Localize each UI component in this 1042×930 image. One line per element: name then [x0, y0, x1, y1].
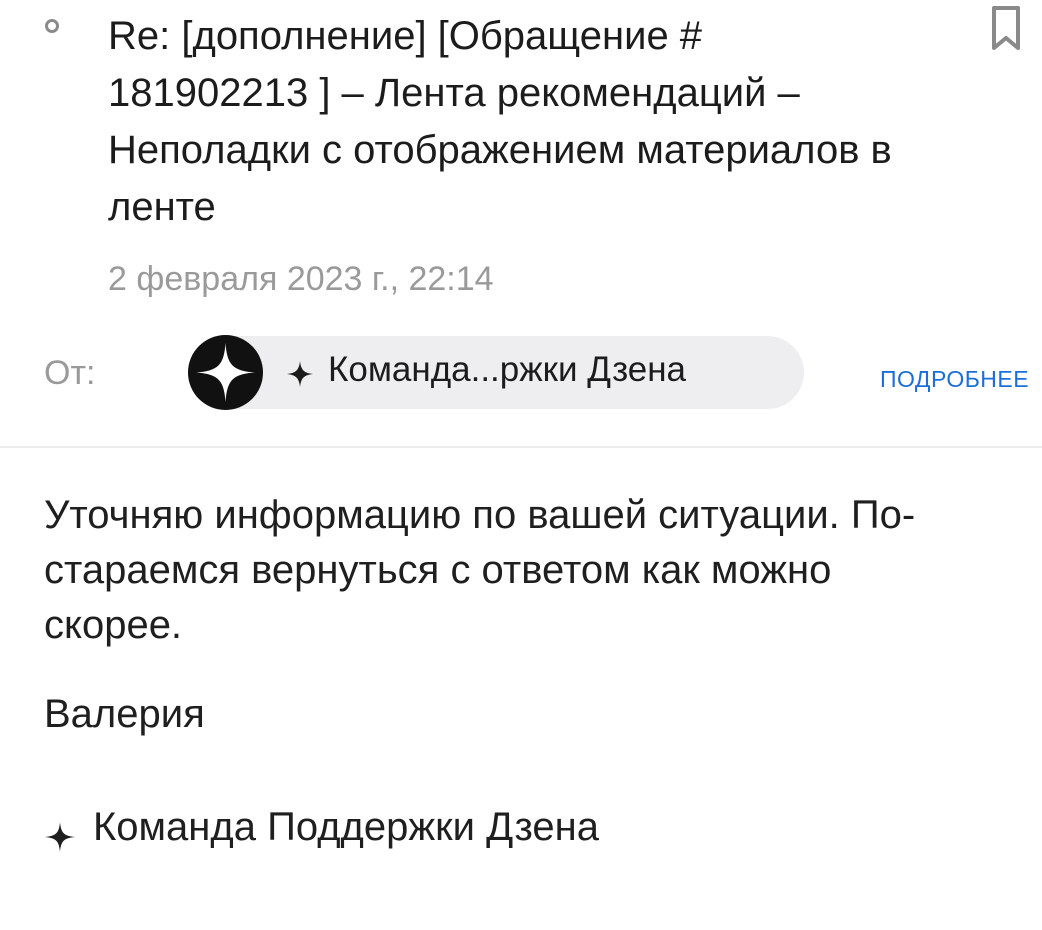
sender-chip[interactable]: Команда...ржки Дзена [188, 335, 804, 410]
signature-team-text: Команда Поддержки Дзена [93, 805, 599, 849]
sender-name: Команда...ржки Дзена [328, 350, 687, 389]
signature-name: Валерия [44, 692, 205, 736]
details-link[interactable]: ПОДРОБНЕЕ [880, 366, 1029, 393]
message-body: Уточняю информацию по вашей ситуации. По… [44, 493, 916, 647]
message-header: Re: [дополнение] [Обращение # 181902213 … [0, 0, 1042, 448]
header-divider [0, 446, 1042, 448]
sparkle-icon [45, 822, 75, 852]
avatar [188, 335, 263, 410]
from-label: От: [44, 354, 96, 392]
zen-logo-icon [196, 343, 255, 402]
unread-circle-icon[interactable] [45, 19, 59, 33]
message-date: 2 февраля 2023 г., 22:14 [108, 260, 494, 298]
bookmark-icon[interactable] [986, 4, 1026, 52]
sparkle-icon [287, 361, 313, 387]
message-subject: Re: [дополнение] [Обращение # 181902213 … [108, 14, 892, 229]
